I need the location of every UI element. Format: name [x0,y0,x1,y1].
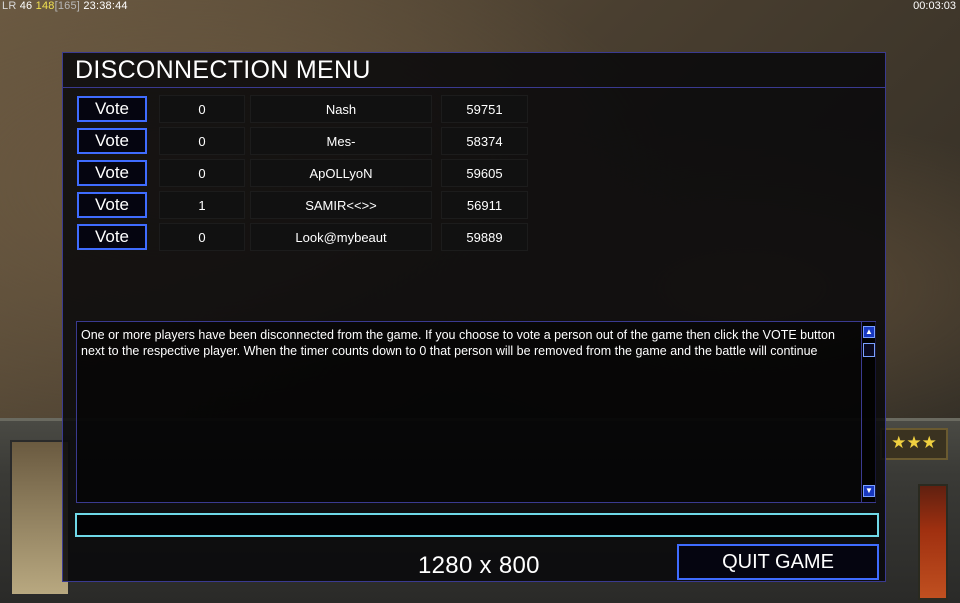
chat-input[interactable] [75,513,879,537]
hud-clock: 23:38:44 [83,0,128,12]
dialog-title: DISCONNECTION MENU [75,56,371,84]
hud-stat-lr: LR [2,0,17,12]
vote-count: 0 [159,159,245,187]
game-timer: 00:03:03 [913,0,956,12]
hud-stat-a: 46 [19,0,33,12]
disconnect-message: One or more players have been disconnect… [81,328,835,358]
disconnection-dialog: DISCONNECTION MENU Vote 0 Nash 59751 Vot… [62,52,886,582]
message-box: One or more players have been disconnect… [76,321,876,503]
hud-stats: LR 46 148[165] 23:38:44 [2,0,128,13]
vote-count: 0 [159,95,245,123]
vote-button-3[interactable]: Vote [77,160,147,186]
vote-button-4[interactable]: Vote [77,192,147,218]
player-name: Mes- [250,127,432,155]
player-id: 59605 [441,159,528,187]
title-divider [63,87,885,88]
scroll-down-arrow-icon[interactable]: ▼ [863,485,875,497]
vote-button-2[interactable]: Vote [77,128,147,154]
player-name: Nash [250,95,432,123]
hud-stat-b: 148 [35,0,55,12]
resolution-label: 1280 x 800 [418,552,540,579]
vote-count: 0 [159,127,245,155]
hud-stat-c: [165] [54,0,81,12]
vote-count: 0 [159,223,245,251]
player-id: 56911 [441,191,528,219]
vote-count: 1 [159,191,245,219]
player-id: 59889 [441,223,528,251]
quit-game-button[interactable]: QUIT GAME [677,544,879,580]
scroll-thumb[interactable] [863,343,875,357]
vote-button-1[interactable]: Vote [77,96,147,122]
message-scrollbar[interactable]: ▲ ▼ [861,322,876,502]
player-name: Look@mybeaut [250,223,432,251]
power-meter [918,484,948,600]
player-id: 59751 [441,95,528,123]
vote-button-5[interactable]: Vote [77,224,147,250]
player-name: SAMIR<<>> [250,191,432,219]
scroll-up-arrow-icon[interactable]: ▲ [863,326,875,338]
player-name: ApOLLyoN [250,159,432,187]
rank-stars: ★★★ [880,428,948,460]
player-id: 58374 [441,127,528,155]
minimap [10,440,70,596]
